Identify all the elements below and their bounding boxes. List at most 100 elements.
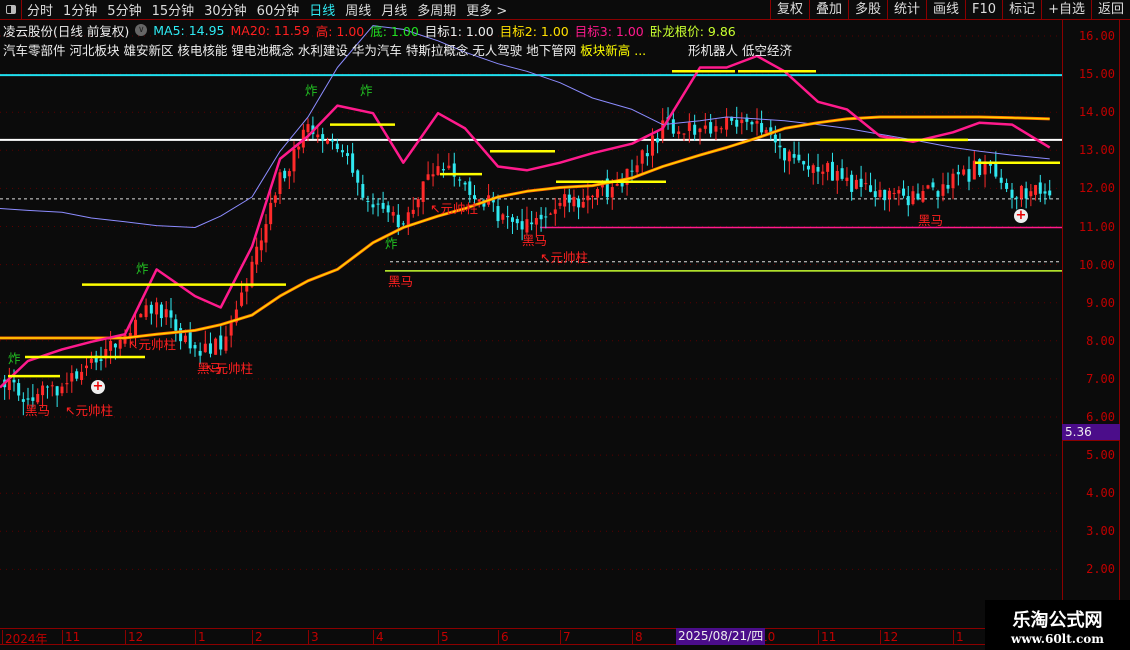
month-label: 11 bbox=[818, 630, 836, 645]
candle-body bbox=[645, 153, 649, 157]
candle-body bbox=[892, 192, 896, 194]
tool-button[interactable]: 复权 bbox=[769, 0, 809, 20]
candle-body bbox=[255, 246, 259, 265]
period-tab[interactable]: 周线 bbox=[340, 0, 376, 19]
candle-body bbox=[426, 174, 430, 180]
candle-body bbox=[635, 165, 639, 173]
candle-body bbox=[586, 195, 590, 201]
tool-button[interactable]: 标记 bbox=[1002, 0, 1041, 20]
period-tab[interactable]: 15分钟 bbox=[147, 0, 200, 19]
period-tab[interactable]: 多周期 bbox=[412, 0, 461, 19]
candle-body bbox=[750, 121, 754, 125]
candle-body bbox=[321, 134, 325, 141]
period-tab[interactable]: 60分钟 bbox=[252, 0, 305, 19]
candle-body bbox=[1024, 188, 1028, 199]
highlighted-date: 2025/08/21/四 bbox=[676, 628, 766, 645]
candle-body bbox=[581, 201, 585, 208]
month-label: 2 bbox=[252, 630, 263, 645]
candle-body bbox=[174, 319, 178, 331]
candle-body bbox=[703, 125, 707, 129]
candle-body bbox=[783, 148, 787, 161]
tool-button[interactable]: 叠加 bbox=[808, 0, 848, 20]
watermark-url: www.60lt.com bbox=[1011, 632, 1104, 646]
tool-button[interactable]: 画线 bbox=[926, 0, 965, 20]
panel-toggle-button[interactable] bbox=[0, 0, 22, 20]
candle-body bbox=[240, 292, 244, 306]
period-tab[interactable]: 30分钟 bbox=[199, 0, 252, 19]
candle-body bbox=[911, 191, 915, 205]
candle-body bbox=[873, 191, 877, 198]
candle-body bbox=[169, 310, 173, 318]
candle-body bbox=[17, 383, 21, 396]
buy-signal-icon: + bbox=[91, 379, 105, 394]
candle-body bbox=[245, 285, 249, 292]
candle-body bbox=[335, 143, 339, 150]
heima-signal-label: 黑马 bbox=[388, 274, 414, 289]
candle-body bbox=[539, 214, 543, 220]
candle-body bbox=[936, 191, 940, 197]
candle-body bbox=[906, 196, 910, 206]
tool-button[interactable]: +自选 bbox=[1041, 0, 1091, 20]
candle-body bbox=[520, 221, 524, 230]
period-tab[interactable]: 日线 bbox=[304, 0, 340, 19]
candle-body bbox=[179, 328, 183, 342]
tool-button[interactable]: F10 bbox=[965, 0, 1002, 20]
candle-body bbox=[219, 335, 223, 350]
candlestick-chart[interactable] bbox=[0, 0, 1062, 650]
chevron-down-icon[interactable]: ∨ bbox=[135, 24, 148, 36]
month-label: 2024年 bbox=[2, 630, 48, 646]
candle-body bbox=[826, 163, 830, 172]
price-axis: 16.00 15.00 14.00 13.00 12.00 11.00 10.00 9.00 8… bbox=[1062, 20, 1120, 628]
candle-body bbox=[850, 174, 854, 192]
candle-body bbox=[610, 187, 614, 198]
candle-body bbox=[1019, 185, 1023, 199]
price-tick: 8.00 bbox=[1086, 333, 1115, 348]
tool-button[interactable]: 统计 bbox=[887, 0, 926, 20]
tool-button[interactable]: 多股 bbox=[847, 0, 887, 20]
candle-body bbox=[297, 146, 301, 150]
zha-signal-label: 炸 bbox=[8, 351, 21, 366]
candle-body bbox=[159, 304, 163, 319]
candle-body bbox=[85, 365, 88, 369]
period-tab[interactable]: 月线 bbox=[376, 0, 412, 19]
period-tab[interactable]: 更多 > bbox=[461, 0, 512, 19]
top-toolbar: 分时 1分钟 5分钟 15分钟 30分钟 60分钟 日线 周线 月线 多周期 更多 > 复权 叠加 多股… bbox=[0, 0, 1130, 20]
candle-body bbox=[999, 177, 1003, 183]
candle-body bbox=[283, 170, 287, 179]
target2-value: 目标2: 1.00 bbox=[499, 23, 569, 39]
target3-value: 目标3: 1.00 bbox=[574, 23, 644, 39]
candle-body bbox=[436, 166, 440, 175]
sector-list: 汽车零部件 河北板块 雄安新区 核电核能 锂电池概念 水利建设 华为汽车 特斯拉… bbox=[3, 43, 577, 58]
month-label: 4 bbox=[373, 630, 384, 645]
candle-body bbox=[421, 181, 425, 202]
zha-signal-label: 炸 bbox=[360, 83, 373, 98]
right-tools: 复权 叠加 多股 统计 画线 F10 标记 +自选 返回 bbox=[769, 0, 1130, 20]
month-label: 7 bbox=[560, 630, 571, 645]
month-label: 6 bbox=[498, 630, 509, 645]
watermark-name: 乐淘公式网 bbox=[1012, 610, 1103, 631]
candle-body bbox=[709, 122, 713, 134]
candle-body bbox=[316, 134, 320, 138]
candle-body bbox=[411, 209, 415, 214]
yuanshuai-signal-label: ↖元帅柱 bbox=[430, 201, 478, 216]
candle-body bbox=[797, 154, 801, 161]
candle-body bbox=[458, 179, 462, 181]
candle-body bbox=[1029, 191, 1033, 197]
candle-body bbox=[926, 185, 930, 189]
sector-tags: 汽车零部件 河北板块 雄安新区 核电核能 锂电池概念 水利建设 华为汽车 特斯拉… bbox=[3, 40, 792, 59]
period-tab[interactable]: 1分钟 bbox=[58, 0, 102, 19]
candle-body bbox=[558, 202, 562, 206]
candle-body bbox=[544, 216, 548, 218]
candle-body bbox=[931, 182, 935, 188]
zha-signal-label: 炸 bbox=[305, 83, 318, 98]
candle-body bbox=[735, 119, 739, 127]
yuanshuai-signal-label: ↖元帅柱 bbox=[540, 250, 588, 265]
candle-body bbox=[198, 350, 202, 356]
candle-body bbox=[287, 171, 291, 177]
candle-body bbox=[45, 386, 49, 388]
period-tab[interactable]: 分时 bbox=[22, 0, 58, 19]
candle-body bbox=[99, 359, 103, 361]
tool-button[interactable]: 返回 bbox=[1090, 0, 1130, 20]
candle-body bbox=[264, 224, 268, 243]
period-tab[interactable]: 5分钟 bbox=[102, 0, 146, 19]
